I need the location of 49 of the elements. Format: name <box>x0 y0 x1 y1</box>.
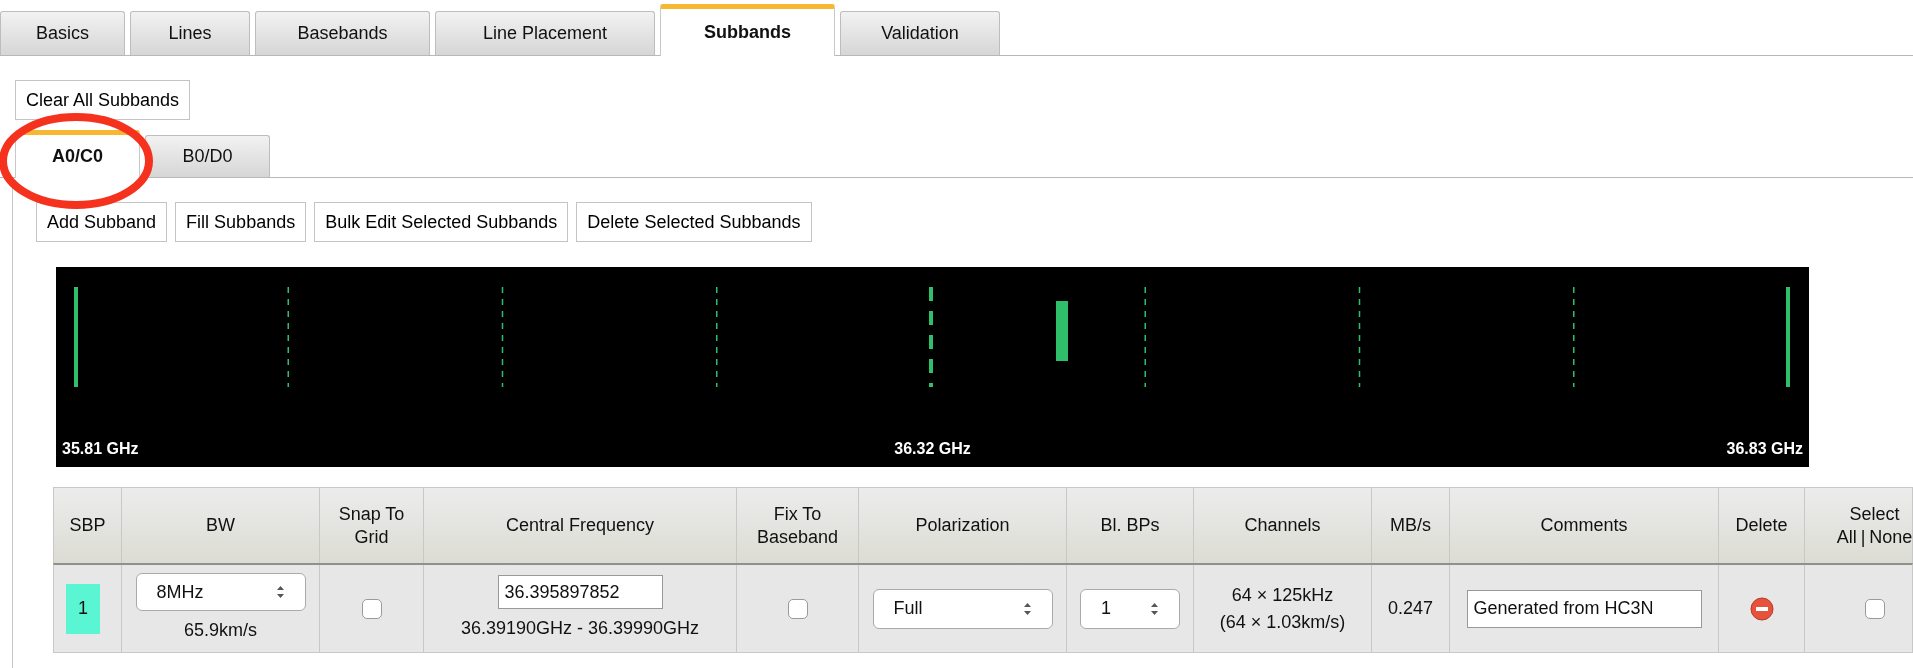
action-button[interactable]: Fill Subbands <box>175 202 307 242</box>
velocity-text: 65.9km/s <box>184 619 257 642</box>
frequency-label: 35.81 GHz <box>62 439 139 459</box>
up-down-arrows-icon <box>275 585 285 599</box>
tab[interactable]: Validation <box>840 11 1000 55</box>
tab[interactable]: Subbands <box>660 4 835 56</box>
tab[interactable]: Line Placement <box>435 11 655 55</box>
column-header: SBP <box>69 514 106 537</box>
checkbox[interactable] <box>1865 598 1885 619</box>
column-header: Comments <box>1540 514 1628 537</box>
baseline-bps-dropdown[interactable]: 1 <box>1080 588 1180 629</box>
tab[interactable]: Basics <box>0 11 125 55</box>
tab[interactable]: Basebands <box>255 11 430 55</box>
action-button[interactable]: Delete Selected Subbands <box>576 202 812 242</box>
column-header: Bl. BPs <box>1100 514 1160 537</box>
channels-text: 64 × 125kHz <box>1231 583 1334 607</box>
column-header: Snap To Grid <box>337 503 406 548</box>
subtab[interactable]: A0/C0 <box>15 130 140 178</box>
checkbox[interactable] <box>361 598 382 619</box>
separator-text: | <box>1860 525 1866 548</box>
data-rate-text: 0.247 <box>1387 597 1433 620</box>
frequency-label: 36.83 GHz <box>1726 439 1803 459</box>
sbp-number: 1 <box>66 583 100 634</box>
column-header: MB/s <box>1390 514 1431 537</box>
channels-text: (64 × 1.03km/s) <box>1219 610 1346 634</box>
select-link[interactable]: None <box>1869 525 1913 548</box>
tab[interactable]: Lines <box>130 11 250 55</box>
action-button[interactable]: Bulk Edit Selected Subbands <box>314 202 569 242</box>
clear-all-subbands-button[interactable]: Clear All Subbands <box>15 80 191 120</box>
select-link[interactable]: All <box>1836 525 1857 548</box>
column-header: Channels <box>1244 514 1321 537</box>
up-down-arrows-icon <box>1022 601 1032 616</box>
comments-field[interactable]: Generated from HC3N <box>1466 589 1702 628</box>
frequency-label: 36.32 GHz <box>894 439 971 459</box>
up-down-arrows-icon <box>1150 601 1159 616</box>
checkbox[interactable] <box>787 598 808 619</box>
column-header: Central Frequency <box>505 514 655 537</box>
central-frequency-field[interactable]: 36.395897852 <box>497 575 663 609</box>
polarization-dropdown[interactable]: Full <box>872 588 1053 629</box>
bandwidth-dropdown[interactable]: 8MHz <box>135 573 306 611</box>
column-header: Select <box>1849 503 1900 526</box>
subtab[interactable]: B0/D0 <box>145 135 270 177</box>
column-header: Polarization <box>915 514 1010 537</box>
column-header: BW <box>206 514 235 537</box>
column-header: Fix To Baseband <box>755 503 840 548</box>
action-button[interactable]: Add Subband <box>36 202 168 242</box>
frequency-range-text: 36.39190GHz - 36.39990GHz <box>460 617 700 640</box>
column-header: Delete <box>1735 514 1788 537</box>
delete-icon[interactable] <box>1749 596 1774 621</box>
